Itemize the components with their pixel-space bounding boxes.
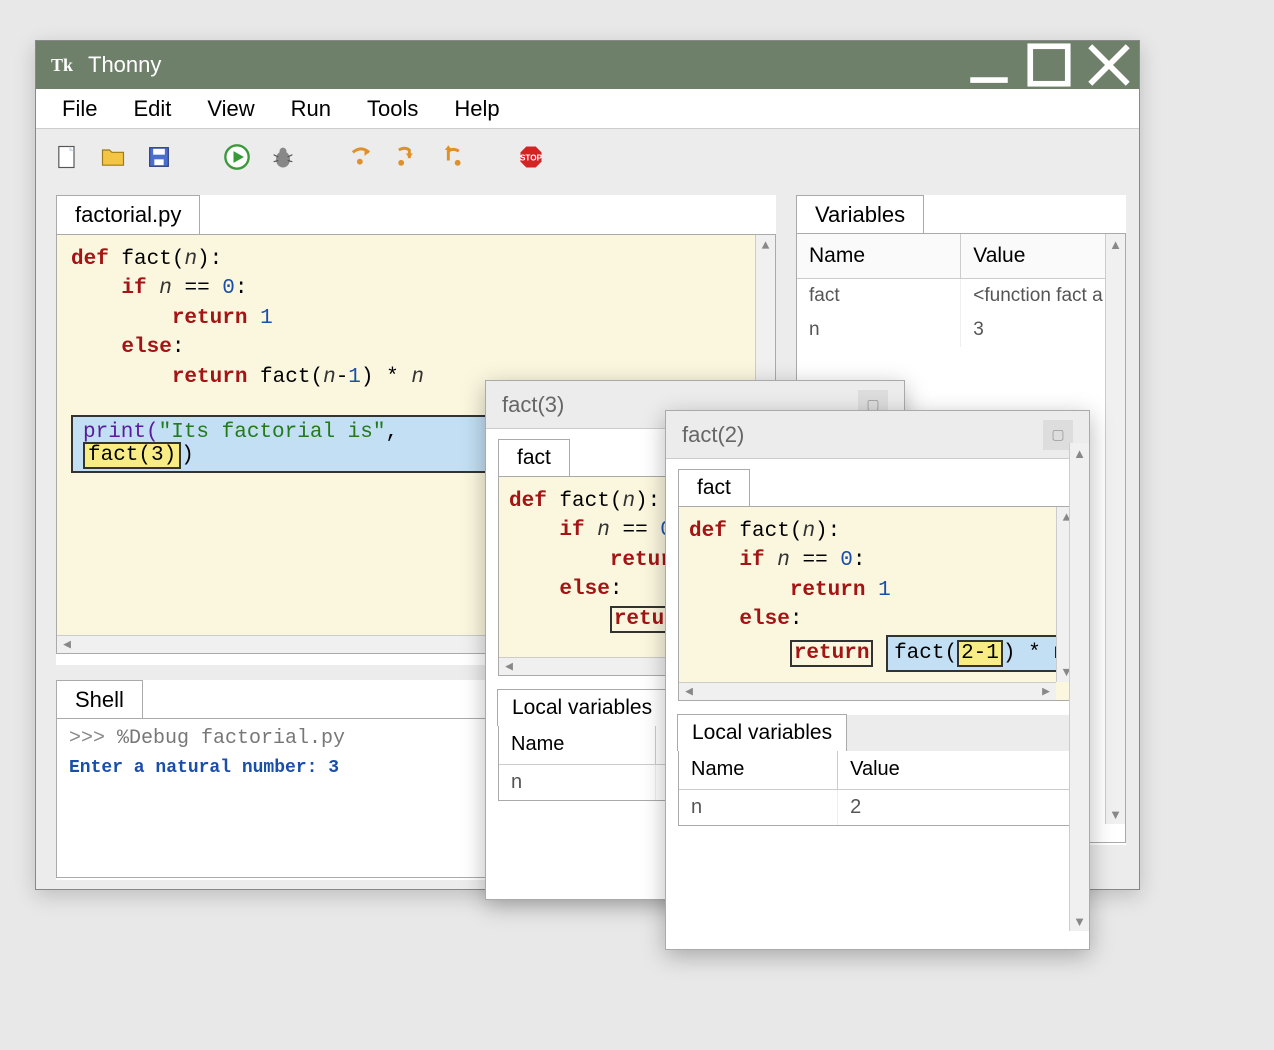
local-variables-tab[interactable]: Local variables (497, 689, 667, 726)
menu-edit[interactable]: Edit (115, 90, 189, 128)
app-logo-icon: Tk (50, 53, 74, 77)
frame-scrollbar-horizontal[interactable]: ◀▶ (679, 682, 1056, 700)
titlebar[interactable]: Tk Thonny (36, 41, 1139, 89)
local-variables-tab[interactable]: Local variables (677, 714, 847, 751)
close-button[interactable] (1079, 41, 1139, 89)
menu-view[interactable]: View (189, 90, 272, 128)
toolbar: STOP (36, 129, 1139, 185)
open-folder-icon[interactable] (98, 142, 128, 172)
locals-scrollbar-vertical[interactable]: ▲▼ (1069, 443, 1089, 931)
table-row: n 3 (797, 313, 1125, 347)
highlighted-call: fact(2-1) * n (886, 635, 1074, 672)
highlighted-arg: 2-1 (957, 640, 1003, 667)
variables-table[interactable]: Name Value fact <function fact a n 3 (797, 234, 1125, 347)
step-over-icon[interactable] (346, 142, 376, 172)
run-icon[interactable] (222, 142, 252, 172)
frame-code-editor[interactable]: def fact(n): if n == 0: return 1 else: r… (678, 506, 1077, 701)
menu-tools[interactable]: Tools (349, 90, 436, 128)
stop-icon[interactable]: STOP (516, 142, 546, 172)
table-row: fact <function fact a (797, 279, 1125, 314)
editor-tab[interactable]: factorial.py (56, 195, 200, 235)
table-row: n 2 (679, 790, 1076, 826)
svg-text:STOP: STOP (520, 154, 543, 163)
locals-header-value: Value (838, 750, 1076, 790)
menu-run[interactable]: Run (273, 90, 349, 128)
minimize-button[interactable] (959, 41, 1019, 89)
menubar: File Edit View Run Tools Help (36, 89, 1139, 129)
maximize-button[interactable] (1019, 41, 1079, 89)
frame-title: fact(2) (682, 422, 744, 448)
local-variables-table[interactable]: Name Value n 2 (679, 750, 1076, 825)
shell-command: %Debug factorial.py (117, 727, 345, 750)
window-title: Thonny (88, 52, 161, 78)
editor-call-print: print( (83, 421, 159, 444)
debug-icon[interactable] (268, 142, 298, 172)
step-out-icon[interactable] (438, 142, 468, 172)
variables-header-name: Name (797, 234, 961, 279)
shell-prompt: >>> (69, 727, 117, 750)
save-icon[interactable] (144, 142, 174, 172)
locals-header-name: Name (679, 750, 838, 790)
step-into-icon[interactable] (392, 142, 422, 172)
frame-tab[interactable]: fact (678, 469, 750, 506)
current-line-highlight: print("Its factorial is", fact(3)) (71, 415, 501, 473)
locals-header-name: Name (499, 725, 656, 765)
frame-title: fact(3) (502, 392, 564, 418)
variables-header-value: Value (961, 234, 1125, 279)
variables-scrollbar-vertical[interactable]: ▲▼ (1105, 234, 1125, 824)
new-file-icon[interactable] (52, 142, 82, 172)
menu-file[interactable]: File (44, 90, 115, 128)
highlighted-call: fact(3) (83, 442, 181, 469)
shell-tab[interactable]: Shell (56, 680, 143, 719)
frame-tab[interactable]: fact (498, 439, 570, 476)
variables-tab[interactable]: Variables (796, 195, 924, 234)
debug-frame-window[interactable]: fact(2) ▢ fact def fact(n): if n == 0: r… (665, 410, 1090, 950)
local-variables-panel: Local variables Name Value n 2 ▲▼ (678, 715, 1077, 826)
shell-output-prompt: Enter a natural number: (69, 758, 328, 778)
frame-titlebar[interactable]: fact(2) ▢ (666, 411, 1089, 459)
menu-help[interactable]: Help (436, 90, 517, 128)
shell-output-value: 3 (328, 758, 339, 778)
